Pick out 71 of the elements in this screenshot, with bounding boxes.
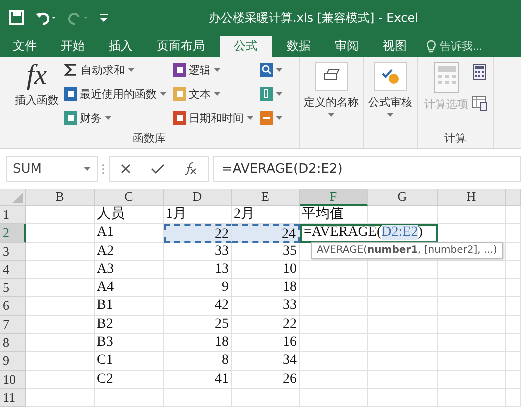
table-cell: 33 [232,297,300,316]
ribbon-tab[interactable]: 数据 [278,36,320,57]
row-header[interactable]: 10 [0,370,26,389]
table-cell: 人员 [95,206,164,224]
row-header[interactable]: 11 [0,388,26,407]
table-cell: 26 [232,370,300,389]
formula-auditing-button[interactable]: 公式审核 [368,60,414,119]
table-cell: A4 [95,279,164,298]
function-icon: fx [26,62,48,90]
table-cell: 34 [232,352,300,371]
row-header[interactable]: 7 [0,316,26,334]
ribbon-tab[interactable]: 文件 [4,36,46,57]
name-box[interactable]: SUM [6,156,98,182]
row-header[interactable]: 1 [0,206,26,224]
table-cell: 22 [232,316,300,334]
column-header[interactable]: G [368,189,438,206]
table-cell: C1 [95,352,164,371]
table-cell: 10 [232,260,300,280]
row-header[interactable]: 2 [0,224,26,243]
cell-formula-input[interactable]: =AVERAGE(D2:E2) [300,224,438,243]
ribbon-tab[interactable]: 插入 [100,36,142,57]
table-cell: 18 [232,279,300,298]
tell-me-field[interactable]: 告诉我... [440,40,498,52]
row-header[interactable]: 8 [0,334,26,352]
column-header[interactable]: F [300,189,368,206]
ribbon-dropdown[interactable]: 日期和时间 [171,108,256,128]
table-cell: 13 [164,260,232,280]
formula-input[interactable]: =AVERAGE(D2:E2) [213,156,521,182]
table-cell: B1 [95,297,164,316]
group-label: 函数库 [133,131,166,146]
row-header[interactable]: 9 [0,352,26,371]
row-header[interactable]: 6 [0,297,26,316]
row-header[interactable]: 4 [0,260,26,280]
table-cell: 42 [164,297,232,316]
row-header[interactable]: 3 [0,242,26,261]
table-cell: 22 [164,224,232,243]
function-tooltip: AVERAGE(number1, [number2], ...) [311,242,504,259]
table-cell: 35 [232,242,300,261]
table-cell: C2 [95,370,164,389]
row-header[interactable]: 5 [0,279,26,298]
ribbon-tab[interactable]: 视图 [374,36,416,57]
ribbon-dropdown[interactable]: 最近使用的函数 [62,84,169,104]
window-title: 办公楼采暖计算.xls [兼容模式] - Excel [209,10,418,26]
table-cell: 25 [164,316,232,334]
table-cell: 9 [164,279,232,298]
ribbon-dropdown[interactable]: 自动求和 [62,60,169,80]
column-header[interactable]: D [164,189,232,206]
table-cell: 41 [164,370,232,389]
table-cell: 33 [164,242,232,261]
insert-function-button[interactable]: fx 插入函数 [14,60,60,131]
table-cell: 24 [232,224,300,243]
table-cell: 16 [232,334,300,352]
group-label: 计算 [444,131,466,146]
ribbon-tab[interactable]: 开始 [52,36,94,57]
column-header[interactable]: E [232,189,300,206]
column-header[interactable]: B [26,189,95,206]
table-cell: 18 [164,334,232,352]
table-cell: B3 [95,334,164,352]
ribbon-dropdown[interactable]: 逻辑 [171,60,256,80]
table-cell: B2 [95,316,164,334]
column-header[interactable]: H [438,189,506,206]
table-cell: 8 [164,352,232,371]
defined-names-button[interactable]: 定义的名称 [303,60,360,119]
table-cell: A2 [95,242,164,261]
ribbon-tab[interactable]: 公式 [220,36,272,57]
ribbon-tab[interactable]: 页面布局 [148,36,214,57]
table-cell: A3 [95,260,164,280]
ribbon-dropdown[interactable]: 文本 [171,84,256,104]
column-header[interactable]: C [95,189,164,206]
ribbon-dropdown[interactable]: 财务 [62,108,169,128]
ribbon-tab[interactable]: 审阅 [326,36,368,57]
